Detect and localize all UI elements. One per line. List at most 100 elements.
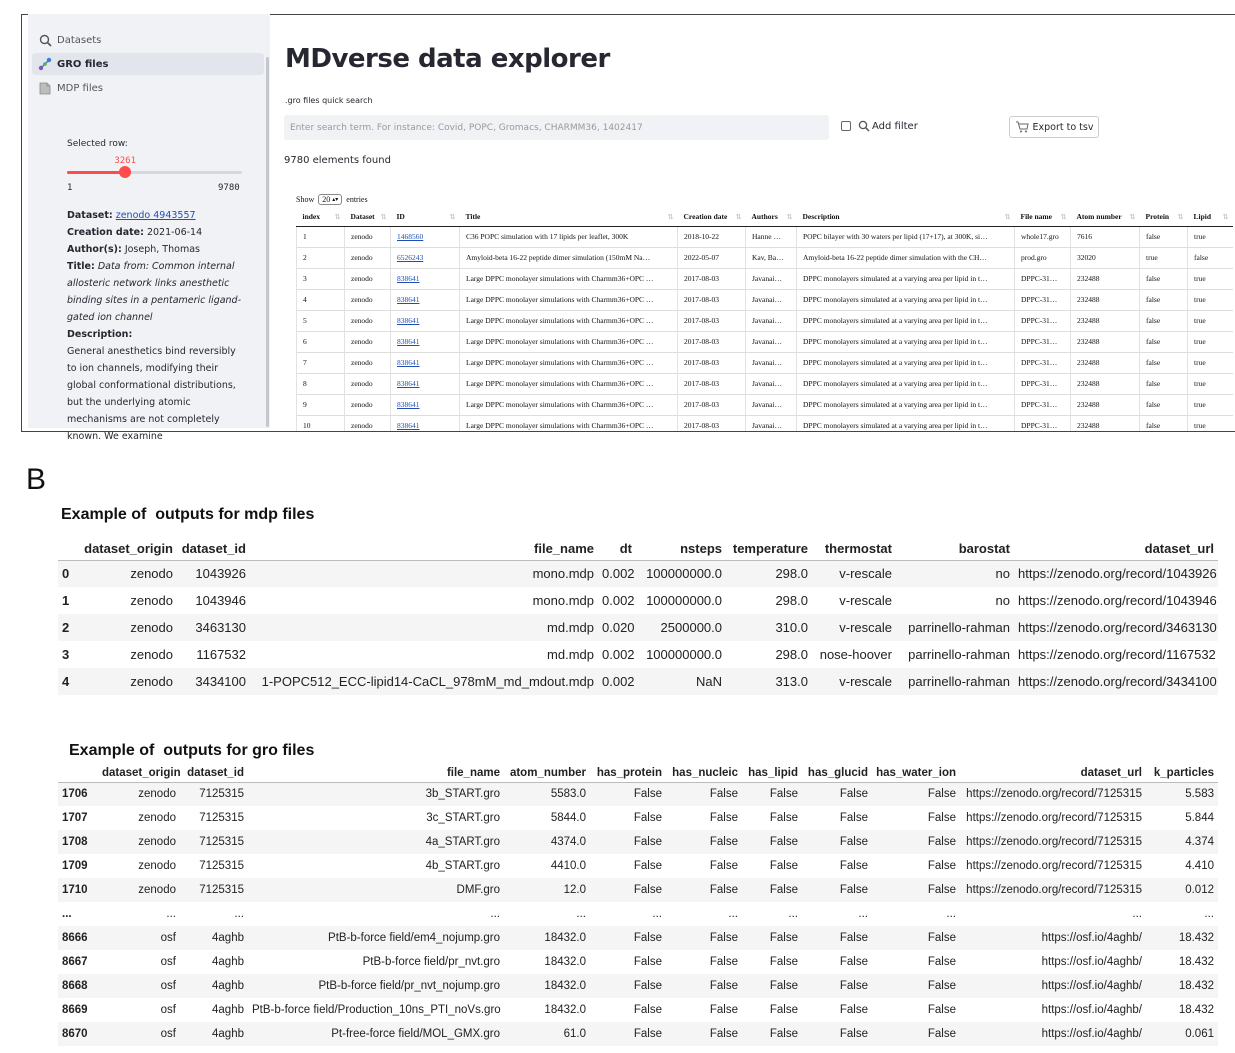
table-cell: Javanai… <box>745 351 797 373</box>
checkbox-box[interactable] <box>841 121 851 131</box>
add-filter-checkbox[interactable]: Add filter <box>841 120 918 132</box>
table-row[interactable]: 2 zenodo 6526243 Amyloid-beta 16-22 peptide… <box>296 246 1233 268</box>
column-header[interactable]: Description ⇅ <box>796 208 1015 227</box>
table-cell: False <box>872 878 960 902</box>
table-cell: PtB-b-force field/pr_nvt.gro <box>362 956 500 968</box>
sidebar-item-label: MDP files <box>57 82 103 94</box>
table-cell: DMF.gro <box>248 878 504 902</box>
table-cell: DPPC monolayers simulated at a varying a… <box>796 372 1015 394</box>
table-cell: whole17.gro <box>1014 225 1071 247</box>
table-cell: Javanai… <box>745 372 797 394</box>
row-index: 1708 <box>58 830 98 854</box>
table-cell: 1043946 <box>195 593 246 608</box>
record-id-link[interactable]: 838641 <box>390 372 460 394</box>
row-index: 8670 <box>58 1022 98 1046</box>
table-cell: 232488 <box>1070 288 1140 310</box>
page-title: MDverse data explorer <box>285 44 610 74</box>
sort-icon: ⇅ <box>334 213 341 221</box>
sort-icon: ⇅ <box>1060 213 1067 221</box>
table-cell: 18432.0 <box>544 956 586 968</box>
record-id-link[interactable]: 6526243 <box>390 246 460 268</box>
sidebar-scrollbar[interactable] <box>266 57 269 427</box>
row-index: 3 <box>62 647 70 662</box>
row-index: 1706 <box>58 782 98 806</box>
table-cell: 298.0 <box>775 593 808 608</box>
row-index: 0 <box>58 560 80 587</box>
table-row[interactable]: 5 zenodo 838641 Large DPPC monolayer simula… <box>296 309 1233 331</box>
table-cell: 2017-08-03 <box>677 393 746 415</box>
table-cell: mono.mdp <box>532 593 594 608</box>
sidebar-item-mdp-files[interactable]: MDP files <box>32 77 264 99</box>
table-row[interactable]: 8 zenodo 838641 Large DPPC monolayer simula… <box>296 372 1233 394</box>
record-id-link[interactable]: 838641 <box>390 351 460 373</box>
column-header[interactable]: Title ⇅ <box>459 208 678 227</box>
sort-icon: ⇅ <box>1177 213 1184 221</box>
table-cell: https://zenodo.org/record/7125315 <box>966 812 1142 824</box>
table-row[interactable]: 7 zenodo 838641 Large DPPC monolayer simula… <box>296 351 1233 373</box>
table-cell: False <box>633 956 662 968</box>
table-cell: 4.410 <box>1185 860 1214 872</box>
creation-key: Creation date: <box>67 227 144 238</box>
gro-files-table: index ⇅ Dataset ⇅ ID ⇅ Title ⇅ Creation date ⇅ Aut… <box>296 208 1233 431</box>
record-id-link[interactable]: 838641 <box>390 267 460 289</box>
record-id-link[interactable]: 838641 <box>390 414 460 431</box>
table-row: 1 zenodo 1043946 mono.mdp 0.002 100000000.0 29… <box>58 587 1218 614</box>
table-cell: false <box>1139 225 1188 247</box>
results-count: 9780 elements found <box>284 155 391 166</box>
column-header[interactable]: index ⇅ <box>296 208 345 227</box>
table-row[interactable]: 4 zenodo 838641 Large DPPC monolayer simula… <box>296 288 1233 310</box>
table-cell: zenodo <box>98 878 180 902</box>
column-header[interactable]: Atom number ⇅ <box>1070 208 1140 227</box>
record-id-link[interactable]: 838641 <box>390 330 460 352</box>
column-header[interactable]: Protein ⇅ <box>1139 208 1188 227</box>
column-header[interactable]: Authors ⇅ <box>745 208 797 227</box>
table-cell: Large DPPC monolayer simulations with Ch… <box>459 372 678 394</box>
sidebar-item-datasets[interactable]: Datasets <box>32 29 264 51</box>
table-cell: False <box>742 926 802 950</box>
column-header[interactable]: Lipid ⇅ <box>1187 208 1233 227</box>
table-row[interactable]: 1 zenodo 1468560 C36 POPC simulation with 1… <box>296 225 1233 247</box>
row-slider-value: 3261 <box>114 156 137 166</box>
record-id-link[interactable]: 838641 <box>390 288 460 310</box>
table-cell: DPPC monolayers simulated at a varying a… <box>796 267 1015 289</box>
table-cell: false <box>1139 372 1188 394</box>
dataset-link[interactable]: zenodo 4943557 <box>116 210 196 221</box>
column-header[interactable]: File name ⇅ <box>1014 208 1071 227</box>
table-row: 2 zenodo 3463130 md.mdp 0.020 2500000.0 310.0 v… <box>58 614 1218 641</box>
column-header[interactable]: ID ⇅ <box>390 208 460 227</box>
column-header[interactable]: Creation date ⇅ <box>677 208 746 227</box>
table-cell: https://osf.io/4aghb/ <box>960 926 1146 950</box>
column-header: has_water_ion <box>872 764 960 783</box>
sidebar-item-gro-files[interactable]: GRO files <box>32 53 264 75</box>
export-tsv-button[interactable]: Export to tsv <box>1009 116 1099 138</box>
table-cell: False <box>709 1004 738 1016</box>
column-header: has_lipid <box>742 764 802 783</box>
column-header[interactable]: Dataset ⇅ <box>344 208 391 227</box>
table-cell: 2017-08-03 <box>677 330 746 352</box>
table-cell: https://osf.io/4aghb/ <box>960 974 1146 998</box>
gro-section-title: Example of outputs for gro files <box>69 742 315 759</box>
entries-select[interactable]: 20 ▴▾ <box>318 194 343 205</box>
table-row[interactable]: 9 zenodo 838641 Large DPPC monolayer simula… <box>296 393 1233 415</box>
table-cell: DPPC monolayers simulated at a varying a… <box>796 288 1015 310</box>
record-id-link[interactable]: 838641 <box>390 393 460 415</box>
table-cell: False <box>769 860 798 872</box>
table-cell: zenodo <box>80 668 177 695</box>
table-cell: False <box>872 974 960 998</box>
table-cell: Hanne … <box>745 225 797 247</box>
table-row[interactable]: 6 zenodo 838641 Large DPPC monolayer simula… <box>296 330 1233 352</box>
table-row[interactable]: 3 zenodo 838641 Large DPPC monolayer simula… <box>296 267 1233 289</box>
search-input[interactable]: Enter search term. For instance: Covid, … <box>284 115 829 140</box>
sort-icon: ⇅ <box>786 213 793 221</box>
record-id-link[interactable]: 838641 <box>390 309 460 331</box>
record-id-link[interactable]: 1468560 <box>390 225 460 247</box>
column-header: temperature <box>726 538 812 561</box>
table-cell: 32020 <box>1070 246 1140 268</box>
table-row[interactable]: 10 zenodo 838641 Large DPPC monolayer simul… <box>296 414 1233 431</box>
table-cell: zenodo <box>344 309 391 331</box>
table-cell: PtB-b-force field/Production_10ns_PTI_no… <box>252 1004 501 1016</box>
table-cell: DPPC monolayers simulated at a varying a… <box>796 393 1015 415</box>
document-icon <box>38 81 52 95</box>
table-cell: Large DPPC monolayer simulations with Ch… <box>459 414 678 431</box>
table-cell: 0.002 <box>602 593 635 608</box>
